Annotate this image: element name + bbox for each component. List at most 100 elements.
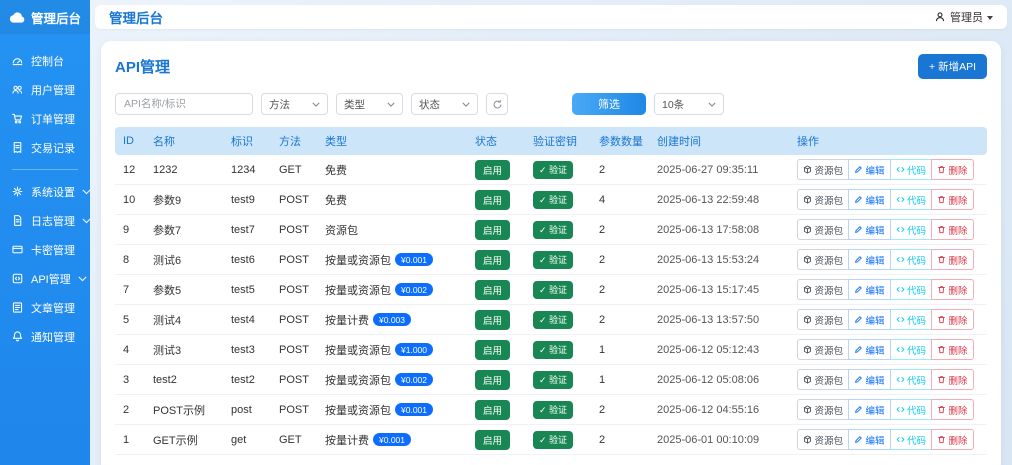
edit-button[interactable]: 编辑 <box>848 219 891 240</box>
sidebar-item-cards[interactable]: 卡密管理 <box>0 235 90 264</box>
resource-package-button[interactable]: 资源包 <box>797 159 849 180</box>
edit-icon <box>854 405 863 414</box>
method-select[interactable]: 方法 <box>261 93 328 115</box>
cell-verify: ✓ 验证 <box>525 215 591 245</box>
code-button[interactable]: 代码 <box>890 219 933 240</box>
edit-button[interactable]: 编辑 <box>848 249 891 270</box>
cell-slug: test3 <box>223 335 271 365</box>
verify-badge: ✓ 验证 <box>533 191 573 209</box>
filter-button[interactable]: 筛选 <box>572 93 646 115</box>
code-button[interactable]: 代码 <box>890 429 933 450</box>
delete-button[interactable]: 删除 <box>931 249 974 270</box>
resource-package-button[interactable]: 资源包 <box>797 399 849 420</box>
edit-button[interactable]: 编辑 <box>848 369 891 390</box>
cell-name: 参数5 <box>145 275 223 305</box>
status-badge: 启用 <box>475 430 510 450</box>
resource-package-button[interactable]: 资源包 <box>797 339 849 360</box>
card-icon <box>11 243 24 256</box>
delete-button[interactable]: 删除 <box>931 309 974 330</box>
delete-button[interactable]: 删除 <box>931 339 974 360</box>
type-label: 资源包 <box>325 225 358 237</box>
resource-package-icon <box>803 375 812 384</box>
cell-id: 8 <box>115 245 145 275</box>
delete-icon <box>937 225 946 234</box>
resource-package-icon <box>803 165 812 174</box>
sidebar-item-label: 卡密管理 <box>31 242 75 258</box>
resource-package-button[interactable]: 资源包 <box>797 429 849 450</box>
code-button[interactable]: 代码 <box>890 159 933 180</box>
resource-package-icon <box>803 225 812 234</box>
resource-package-icon <box>803 195 812 204</box>
users-icon <box>11 83 24 96</box>
verify-badge: ✓ 验证 <box>533 161 573 179</box>
user-menu[interactable]: 管理员 <box>934 9 993 25</box>
sidebar-item-notifications[interactable]: 通知管理 <box>0 322 90 351</box>
code-button[interactable]: 代码 <box>890 339 933 360</box>
code-button[interactable]: 代码 <box>890 249 933 270</box>
sidebar-item-logs[interactable]: 日志管理 <box>0 206 90 235</box>
sidebar-item-transactions[interactable]: 交易记录 <box>0 133 90 162</box>
delete-button[interactable]: 删除 <box>931 429 974 450</box>
sidebar-item-settings[interactable]: 系统设置 <box>0 177 90 206</box>
price-badge: ¥0.002 <box>395 373 433 386</box>
action-label: 资源包 <box>815 373 844 387</box>
sidebar-item-label: 文章管理 <box>31 300 75 316</box>
edit-button[interactable]: 编辑 <box>848 309 891 330</box>
cell-id: 10 <box>115 185 145 215</box>
status-select[interactable]: 状态 <box>411 93 478 115</box>
code-button[interactable]: 代码 <box>890 309 933 330</box>
cell-created: 2025-06-13 22:59:48 <box>649 185 789 215</box>
resource-package-button[interactable]: 资源包 <box>797 219 849 240</box>
search-input[interactable] <box>115 93 253 115</box>
sidebar-item-users[interactable]: 用户管理 <box>0 75 90 104</box>
sidebar-item-label: 订单管理 <box>31 111 75 127</box>
sidebar-item-articles[interactable]: 文章管理 <box>0 293 90 322</box>
cell-method: POST <box>271 185 317 215</box>
page-size-select[interactable]: 10条 <box>654 93 724 115</box>
edit-button[interactable]: 编辑 <box>848 279 891 300</box>
resource-package-button[interactable]: 资源包 <box>797 189 849 210</box>
cell-slug: test5 <box>223 275 271 305</box>
action-label: 编辑 <box>866 253 885 267</box>
status-badge: 启用 <box>475 160 510 180</box>
main-area: 管理后台 管理员 API管理 + 新增API 方法 类型 状态 <box>90 0 1012 465</box>
code-button[interactable]: 代码 <box>890 399 933 420</box>
resource-package-button[interactable]: 资源包 <box>797 309 849 330</box>
cell-method: GET <box>271 155 317 185</box>
delete-button[interactable]: 删除 <box>931 369 974 390</box>
sidebar-item-api[interactable]: API管理 <box>0 264 90 293</box>
edit-button[interactable]: 编辑 <box>848 429 891 450</box>
edit-button[interactable]: 编辑 <box>848 399 891 420</box>
code-button[interactable]: 代码 <box>890 189 933 210</box>
edit-button[interactable]: 编辑 <box>848 159 891 180</box>
code-button[interactable]: 代码 <box>890 279 933 300</box>
action-button-group: 资源包编辑代码删除 <box>797 429 974 450</box>
resource-package-button[interactable]: 资源包 <box>797 249 849 270</box>
cell-actions: 资源包编辑代码删除 <box>789 425 987 455</box>
reset-button[interactable] <box>486 93 508 115</box>
delete-button[interactable]: 删除 <box>931 279 974 300</box>
type-select[interactable]: 类型 <box>336 93 403 115</box>
cell-type: 按量或资源包¥0.002 <box>317 275 467 305</box>
delete-button[interactable]: 删除 <box>931 219 974 240</box>
resource-package-button[interactable]: 资源包 <box>797 279 849 300</box>
delete-button[interactable]: 删除 <box>931 399 974 420</box>
cell-type: 按量或资源包¥0.001 <box>317 395 467 425</box>
chevron-down-icon <box>78 276 87 282</box>
resource-package-button[interactable]: 资源包 <box>797 369 849 390</box>
price-badge: ¥1.000 <box>395 343 433 356</box>
delete-button[interactable]: 删除 <box>931 189 974 210</box>
code-button[interactable]: 代码 <box>890 369 933 390</box>
delete-button[interactable]: 删除 <box>931 159 974 180</box>
add-api-button[interactable]: + 新增API <box>918 54 987 79</box>
sidebar-item-dashboard[interactable]: 控制台 <box>0 46 90 75</box>
delete-icon <box>937 315 946 324</box>
cell-method: POST <box>271 245 317 275</box>
code-icon <box>896 255 905 264</box>
edit-icon <box>854 375 863 384</box>
table-row: 10参数9test9POST免费启用✓ 验证42025-06-13 22:59:… <box>115 185 987 215</box>
edit-button[interactable]: 编辑 <box>848 189 891 210</box>
cell-param-count: 2 <box>591 395 649 425</box>
edit-button[interactable]: 编辑 <box>848 339 891 360</box>
sidebar-item-orders[interactable]: 订单管理 <box>0 104 90 133</box>
